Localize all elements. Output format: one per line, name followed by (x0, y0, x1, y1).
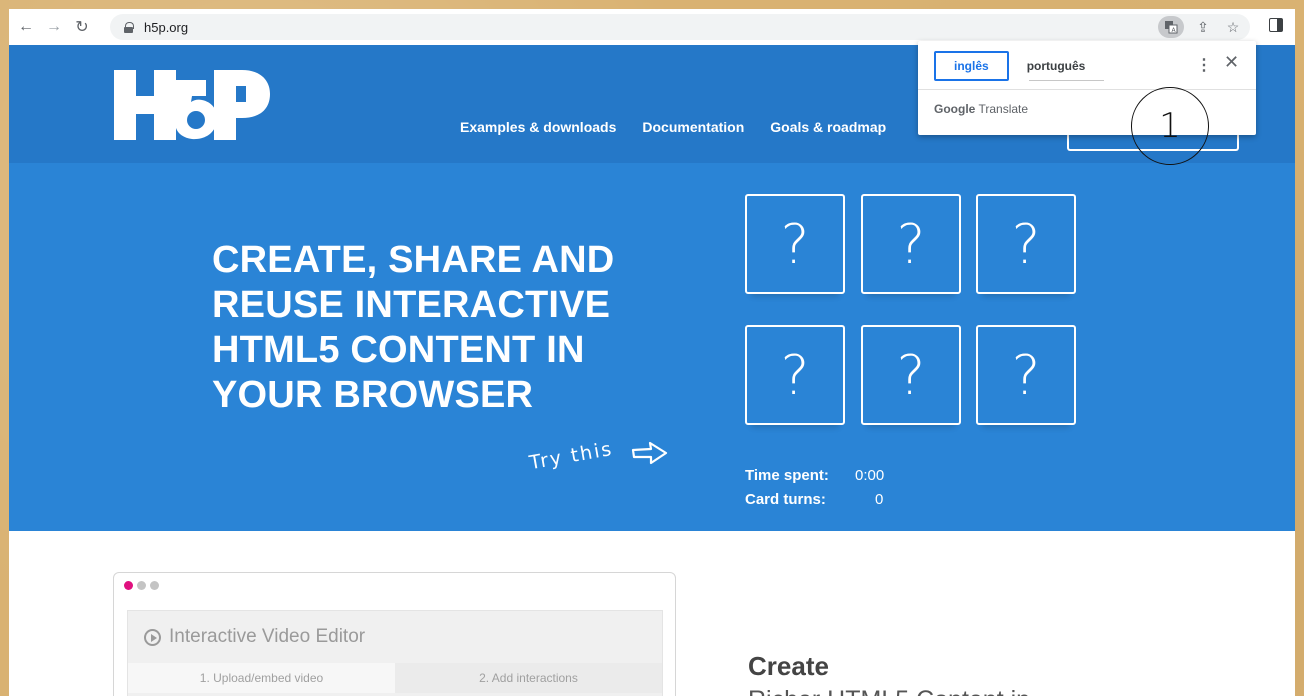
tab-add-interactions[interactable]: 2. Add interactions (395, 663, 662, 693)
more-options-icon[interactable]: ⋮ (1196, 55, 1212, 75)
browser-toolbar: ← → ↻ h5p.org A ⇪ ☆ (9, 9, 1295, 45)
window-dot (124, 581, 133, 590)
side-panel-icon[interactable] (1269, 18, 1283, 32)
game-stats: Time spent: 0:00 Card turns: 0 (745, 463, 884, 511)
editor-title-text: Interactive Video Editor (169, 626, 366, 647)
nav-link-examples[interactable]: Examples & downloads (460, 119, 616, 135)
tab-language-portuguese[interactable]: português (1009, 51, 1104, 81)
memory-card[interactable]: ? (976, 325, 1076, 425)
reload-icon[interactable]: ↻ (71, 16, 93, 38)
memory-card[interactable]: ? (976, 194, 1076, 294)
memory-card[interactable]: ? (745, 194, 845, 294)
address-bar[interactable]: h5p.org A ⇪ ☆ (110, 14, 1250, 40)
divider (918, 89, 1256, 90)
editor-panel: Interactive Video Editor 1. Upload/embed… (127, 610, 663, 696)
hero-title: CREATE, SHARE AND REUSE INTERACTIVE HTML… (212, 239, 615, 416)
window-dot (137, 581, 146, 590)
forward-icon[interactable]: → (43, 16, 65, 38)
time-spent-label: Time spent: (745, 466, 829, 484)
close-icon[interactable]: ✕ (1224, 52, 1239, 73)
lock-icon[interactable] (124, 21, 134, 33)
editor-tabs: 1. Upload/embed video 2. Add interaction… (128, 663, 662, 693)
tab-upload-video[interactable]: 1. Upload/embed video (128, 663, 395, 693)
memory-card[interactable]: ? (861, 194, 961, 294)
translate-icon[interactable]: A (1158, 16, 1184, 38)
editor-preview: Interactive Video Editor 1. Upload/embed… (113, 572, 676, 696)
nav-link-documentation[interactable]: Documentation (642, 119, 744, 135)
main-nav: Examples & downloads Documentation Goals… (460, 119, 886, 135)
translate-language-tabs: inglês português (934, 51, 1103, 81)
card-turns-label: Card turns: (745, 490, 826, 508)
create-subheading: Richer HTML5 Content in (748, 686, 1030, 696)
memory-card[interactable]: ? (745, 325, 845, 425)
window-dot (150, 581, 159, 590)
star-icon[interactable]: ☆ (1222, 16, 1244, 38)
google-translate-brand: Google Translate (934, 102, 1028, 116)
translate-wordmark: Translate (978, 102, 1029, 116)
window-dots (124, 581, 159, 590)
card-turns-value: 0 (875, 490, 884, 508)
play-icon (144, 628, 161, 646)
tab-underline (1029, 80, 1104, 81)
try-this-label: Try this (527, 437, 615, 475)
editor-title: Interactive Video Editor (144, 626, 365, 648)
time-spent-value: 0:00 (855, 466, 885, 484)
memory-card[interactable]: ? (861, 325, 961, 425)
google-wordmark: Google (934, 102, 976, 116)
arrow-right-icon (631, 441, 668, 465)
annotation-marker: 1 (1131, 87, 1209, 165)
share-icon[interactable]: ⇪ (1192, 16, 1214, 38)
content-section: Interactive Video Editor 1. Upload/embed… (9, 531, 1295, 696)
back-icon[interactable]: ← (15, 16, 37, 38)
nav-link-goals[interactable]: Goals & roadmap (770, 119, 886, 135)
h5p-logo[interactable] (114, 70, 274, 140)
tab-language-english[interactable]: inglês (934, 51, 1009, 81)
create-heading: Create (748, 651, 829, 681)
url-text[interactable]: h5p.org (144, 20, 188, 35)
browser-window: ← → ↻ h5p.org A ⇪ ☆ Examples & downloads (9, 9, 1295, 696)
hero-section: CREATE, SHARE AND REUSE INTERACTIVE HTML… (9, 163, 1295, 531)
